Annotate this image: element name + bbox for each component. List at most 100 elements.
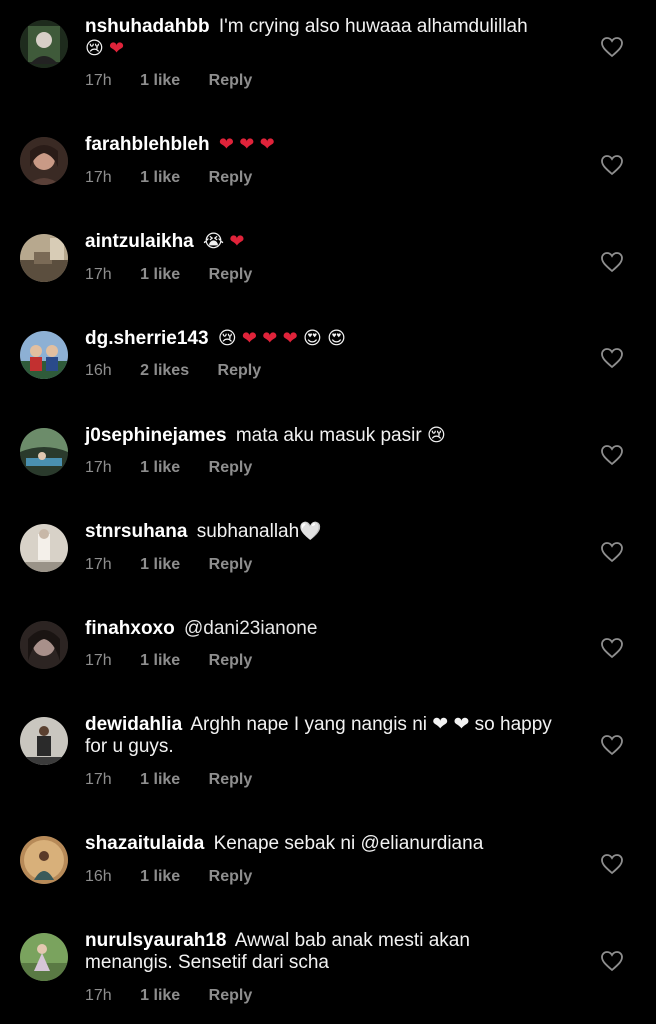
comment-text: subhanallah bbox=[196, 521, 300, 542]
reply-button[interactable]: Reply bbox=[209, 266, 253, 283]
avatar[interactable] bbox=[20, 428, 68, 476]
comment-body: finahxoxo @dani23ianone bbox=[85, 618, 555, 640]
comment-text: mata aku masuk pasir bbox=[235, 425, 422, 446]
comment-likes-count[interactable]: 1 like bbox=[140, 556, 180, 573]
loudly-crying-face-emoji: 😭 bbox=[203, 231, 225, 252]
comment-username[interactable]: nshuhadahbb bbox=[85, 16, 210, 37]
like-heart-icon[interactable] bbox=[600, 154, 624, 176]
comment-username[interactable]: finahxoxo bbox=[85, 618, 175, 639]
comment-likes-count[interactable]: 1 like bbox=[140, 987, 180, 1004]
comment-likes-count[interactable]: 2 likes bbox=[140, 362, 189, 379]
red-heart-emoji: ❤ bbox=[229, 231, 245, 252]
white-heart-emoji: 🤍 bbox=[299, 521, 322, 542]
comment-time: 17h bbox=[85, 987, 112, 1004]
avatar[interactable] bbox=[20, 20, 68, 68]
comment-username[interactable]: aintzulaikha bbox=[85, 231, 194, 252]
comment-text: Kenape sebak ni @elianurdiana bbox=[213, 833, 484, 854]
comment-body: shazaitulaida Kenape sebak ni @elianurdi… bbox=[85, 833, 555, 855]
reply-button[interactable]: Reply bbox=[209, 868, 253, 885]
comment-time: 16h bbox=[85, 362, 112, 379]
comment-meta: 16h 1 like Reply bbox=[85, 868, 276, 886]
red-heart-emoji: ❤ bbox=[262, 328, 278, 349]
crying-face-emoji: 😢 bbox=[85, 38, 104, 59]
like-heart-icon[interactable] bbox=[600, 36, 624, 58]
comment-body: stnrsuhana subhanallah🤍 bbox=[85, 521, 555, 543]
red-heart-emoji: ❤ bbox=[282, 328, 298, 349]
red-heart-emoji: ❤ bbox=[239, 134, 255, 155]
avatar[interactable] bbox=[20, 836, 68, 884]
comment-username[interactable]: dewidahlia bbox=[85, 714, 182, 735]
comment-likes-count[interactable]: 1 like bbox=[140, 868, 180, 885]
comment-body: nurulsyaurah18 Awwal bab anak mesti akan… bbox=[85, 930, 555, 974]
comment-username[interactable]: stnrsuhana bbox=[85, 521, 187, 542]
comment-time: 17h bbox=[85, 459, 112, 476]
comments-list: nshuhadahbb I'm crying also huwaaa alham… bbox=[0, 0, 656, 1024]
heart-eyes-emoji: 😍 bbox=[303, 328, 322, 349]
comment-likes-count[interactable]: 1 like bbox=[140, 771, 180, 788]
like-heart-icon[interactable] bbox=[600, 541, 624, 563]
reply-button[interactable]: Reply bbox=[209, 987, 253, 1004]
comment-username[interactable]: shazaitulaida bbox=[85, 833, 204, 854]
avatar[interactable] bbox=[20, 717, 68, 765]
avatar[interactable] bbox=[20, 524, 68, 572]
like-heart-icon[interactable] bbox=[600, 637, 624, 659]
reply-button[interactable]: Reply bbox=[209, 771, 253, 788]
like-heart-icon[interactable] bbox=[600, 347, 624, 369]
reply-button[interactable]: Reply bbox=[209, 72, 253, 89]
comment-meta: 17h 1 like Reply bbox=[85, 771, 276, 789]
comment-time: 16h bbox=[85, 868, 112, 885]
like-heart-icon[interactable] bbox=[600, 251, 624, 273]
like-heart-icon[interactable] bbox=[600, 950, 624, 972]
comment-time: 17h bbox=[85, 556, 112, 573]
comment-likes-count[interactable]: 1 like bbox=[140, 72, 180, 89]
comment-meta: 17h 1 like Reply bbox=[85, 556, 276, 574]
comment-likes-count[interactable]: 1 like bbox=[140, 169, 180, 186]
comment-meta: 17h 1 like Reply bbox=[85, 266, 276, 284]
avatar[interactable] bbox=[20, 621, 68, 669]
comment-body: dg.sherrie143 😢 ❤ ❤ ❤ 😍 😍 bbox=[85, 328, 555, 350]
like-heart-icon[interactable] bbox=[600, 734, 624, 756]
comment-meta: 17h 1 like Reply bbox=[85, 459, 276, 477]
comment-time: 17h bbox=[85, 72, 112, 89]
red-heart-emoji: ❤ bbox=[259, 134, 275, 155]
comment-body: farahblehbleh ❤ ❤ ❤ bbox=[85, 134, 555, 156]
comment-username[interactable]: nurulsyaurah18 bbox=[85, 930, 227, 951]
comment-time: 17h bbox=[85, 169, 112, 186]
avatar[interactable] bbox=[20, 933, 68, 981]
comment-username[interactable]: j0sephinejames bbox=[85, 425, 227, 446]
like-heart-icon[interactable] bbox=[600, 444, 624, 466]
comment-username[interactable]: dg.sherrie143 bbox=[85, 328, 209, 349]
crying-face-emoji: 😢 bbox=[426, 425, 446, 446]
comment-body: j0sephinejames mata aku masuk pasir 😢 bbox=[85, 425, 555, 447]
red-heart-emoji: ❤ bbox=[218, 134, 234, 155]
crying-face-emoji: 😢 bbox=[217, 328, 237, 349]
comment-meta: 16h 2 likes Reply bbox=[85, 362, 285, 380]
comment-mention[interactable]: @dani23ianone bbox=[184, 618, 317, 639]
red-heart-emoji: ❤ bbox=[241, 328, 257, 349]
comment-time: 17h bbox=[85, 771, 112, 788]
reply-button[interactable]: Reply bbox=[209, 652, 253, 669]
comment-username[interactable]: farahblehbleh bbox=[85, 134, 210, 155]
like-heart-icon[interactable] bbox=[600, 853, 624, 875]
reply-button[interactable]: Reply bbox=[209, 459, 253, 476]
comment-body: dewidahlia Arghh nape I yang nangis ni ❤… bbox=[85, 714, 555, 758]
comment-likes-count[interactable]: 1 like bbox=[140, 459, 180, 476]
avatar[interactable] bbox=[20, 331, 68, 379]
comment-meta: 17h 1 like Reply bbox=[85, 72, 276, 90]
comment-text: I'm crying also huwaaa alhamdulillah bbox=[218, 16, 528, 37]
comment-likes-count[interactable]: 1 like bbox=[140, 266, 180, 283]
comment-time: 17h bbox=[85, 266, 112, 283]
comment-body: nshuhadahbb I'm crying also huwaaa alham… bbox=[85, 16, 555, 60]
reply-button[interactable]: Reply bbox=[218, 362, 262, 379]
comment-time: 17h bbox=[85, 652, 112, 669]
comment-meta: 17h 1 like Reply bbox=[85, 652, 276, 670]
avatar[interactable] bbox=[20, 137, 68, 185]
comment-likes-count[interactable]: 1 like bbox=[140, 652, 180, 669]
red-heart-emoji: ❤ bbox=[109, 38, 125, 59]
avatar[interactable] bbox=[20, 234, 68, 282]
reply-button[interactable]: Reply bbox=[209, 556, 253, 573]
heart-eyes-emoji: 😍 bbox=[327, 328, 346, 349]
comment-meta: 17h 1 like Reply bbox=[85, 987, 276, 1005]
comment-meta: 17h 1 like Reply bbox=[85, 169, 276, 187]
reply-button[interactable]: Reply bbox=[209, 169, 253, 186]
